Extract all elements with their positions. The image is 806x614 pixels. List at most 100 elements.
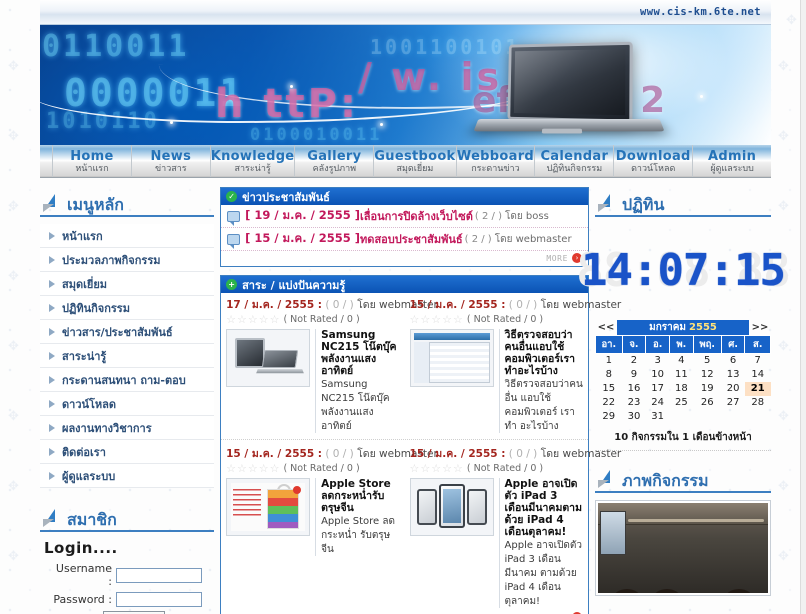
calendar-day[interactable]: 5 <box>693 354 721 368</box>
calendar-day[interactable]: 22 <box>596 396 623 410</box>
knowledge-date: 15 / ม.ค. / 2555 : <box>409 299 506 311</box>
star-icon: ☆ <box>431 462 442 475</box>
knowledge-rating[interactable]: ☆ ☆ ☆ ☆ ☆ ( Not Rated / 0 ) <box>410 314 583 325</box>
window-list-thumb[interactable] <box>409 329 494 387</box>
sidebar-item-knowledge[interactable]: สาระน่ารู้ <box>40 344 215 368</box>
sidebar-item-webboard[interactable]: กระดานสนทนา ถาม-ตอบ <box>40 368 215 392</box>
knowledge-body: Apple อาจเปิดตัว iPad 3 เดือนมีนาคมตามด้… <box>409 478 583 608</box>
calendar-day[interactable]: 13 <box>721 368 745 382</box>
sidebar-item-contact[interactable]: ติดต่อเรา <box>40 440 215 464</box>
sidebar-item-admin[interactable]: ผู้ดูแลระบบ <box>40 464 215 488</box>
news-date: [ 19 / ม.ค. / 2555 ] <box>245 208 361 222</box>
calendar-day[interactable]: 20 <box>721 382 745 396</box>
calendar-day[interactable]: 17 <box>646 382 670 396</box>
chevron-right-icon <box>49 471 55 480</box>
nav-item-home[interactable]: Home หน้าแรก <box>52 145 131 177</box>
calendar-day[interactable]: 31 <box>646 410 670 424</box>
nav-item-guestbook[interactable]: Guestbook สมุดเยี่ยม <box>373 145 455 177</box>
laptop-screen-icon <box>507 41 633 123</box>
calendar-day[interactable]: 2 <box>622 354 646 368</box>
chevron-right-icon <box>49 399 55 408</box>
sidebar-item-home[interactable]: หน้าแรก <box>40 224 215 248</box>
calendar-day[interactable]: 9 <box>622 368 646 382</box>
news-title: ทดสอบประชาสัมพันธ์ <box>360 233 463 246</box>
calendar-day[interactable]: 7 <box>745 354 771 368</box>
calendar-day[interactable]: 15 <box>596 382 623 396</box>
calendar-day[interactable]: 25 <box>670 396 694 410</box>
calendar-day[interactable]: 16 <box>622 382 646 396</box>
calendar-day[interactable]: 3 <box>646 354 670 368</box>
nav-item-calendar[interactable]: Calendar ปฏิทินกิจกรรม <box>534 145 613 177</box>
calendar-day[interactable]: 27 <box>721 396 745 410</box>
knowledge-title: Apple Store ลดกระหน่ำรับตรุษจีน <box>321 478 391 514</box>
knowledge-rating[interactable]: ☆ ☆ ☆ ☆ ☆ ( Not Rated / 0 ) <box>226 314 399 325</box>
page-scrollbar[interactable] <box>800 0 806 614</box>
knowledge-item[interactable]: 17 / ม.ค. / 2555 : ( 0 / ) โดย webmaster… <box>221 293 438 435</box>
nav-label-en: Knowledge <box>210 148 295 164</box>
calendar-day[interactable]: 18 <box>670 382 694 396</box>
laptop-monitor-thumb[interactable] <box>226 329 311 387</box>
member-block-title: สมาชิก <box>40 502 215 532</box>
calendar-day[interactable]: 24 <box>646 396 670 410</box>
ipad-trio-thumb[interactable] <box>409 478 494 536</box>
calendar-prev-button[interactable]: << <box>595 322 617 333</box>
chevron-right-icon <box>49 423 55 432</box>
more-label: MORE <box>546 253 568 263</box>
login-heading: Login.... <box>44 539 118 557</box>
calendar-day[interactable]: 29 <box>596 410 623 424</box>
calendar-day[interactable]: 11 <box>670 368 694 382</box>
nav-item-gallery[interactable]: Gallery คลังรูปภาพ <box>294 145 373 177</box>
username-input[interactable] <box>116 567 202 583</box>
calendar-day[interactable]: 6 <box>721 354 745 368</box>
news-row[interactable]: [ 19 / ม.ค. / 2555 ] เลื่อนการปิดล้างเว็… <box>221 205 588 228</box>
calendar-next-button[interactable]: >> <box>749 322 771 333</box>
nav-item-download[interactable]: Download ดาวน์โหลด <box>613 145 692 177</box>
password-input[interactable] <box>116 592 202 607</box>
calendar-day[interactable]: 8 <box>596 368 623 382</box>
calendar-day[interactable]: 19 <box>693 382 721 396</box>
calendar-day <box>670 410 694 424</box>
calendar-day-today[interactable]: 21 <box>744 381 771 396</box>
knowledge-item[interactable]: 15 / ม.ค. / 2555 : ( 0 / ) โดย webmaster… <box>405 293 621 435</box>
calendar-day[interactable]: 28 <box>745 396 771 410</box>
nav-label-th: คลังรูปภาพ <box>312 163 357 174</box>
member-login-block: สมาชิก Login.... Username : Password : เ… <box>40 502 215 614</box>
nav-item-news[interactable]: News ข่าวสาร <box>130 145 210 177</box>
knowledge-rating[interactable]: ☆ ☆ ☆ ☆ ☆ ( Not Rated / 0 ) <box>410 463 583 474</box>
nav-item-knowledge[interactable]: Knowledge สาระน่ารู้ <box>209 145 295 177</box>
calendar-day[interactable]: 14 <box>745 368 771 382</box>
calendar-day[interactable]: 12 <box>693 368 721 382</box>
sidebar-item-academic-works[interactable]: ผลงานทางวิชาการ <box>40 416 215 440</box>
sidebar-item-news[interactable]: ข่าวสาร/ประชาสัมพันธ์ <box>40 320 215 344</box>
nav-item-webboard[interactable]: Webboard กระดานข่าว <box>455 145 535 177</box>
chevron-right-icon <box>49 327 55 336</box>
calendar-day[interactable]: 30 <box>622 410 646 424</box>
news-row[interactable]: [ 15 / ม.ค. / 2555 ] ทดสอบประชาสัมพันธ์ … <box>221 228 588 251</box>
site-banner: 0110011 0000011 1010110 0100010011 10011… <box>40 25 771 145</box>
calendar-day[interactable]: 4 <box>670 354 694 368</box>
sidebar-item-guestbook[interactable]: สมุดเยี่ยม <box>40 272 215 296</box>
gallery-block-title: ภาพกิจกรรม <box>595 463 771 493</box>
sparkle-icon <box>700 95 703 98</box>
sidebar-item-photo-activities[interactable]: ประมวลภาพกิจกรรม <box>40 248 215 272</box>
knowledge-text: วิธีตรวจสอบว่าคนอื่นแอบใช้คอมพิวเตอร์เรา… <box>498 329 583 433</box>
ipad-right-icon <box>466 489 487 525</box>
knowledge-rating[interactable]: ☆ ☆ ☆ ☆ ☆ ( Not Rated / 0 ) <box>226 463 399 474</box>
calendar-day[interactable]: 23 <box>622 396 646 410</box>
nav-item-admin[interactable]: Admin ผู้ดูแลระบบ <box>692 145 771 177</box>
knowledge-item[interactable]: 15 / ม.ค. / 2555 : ( 0 / ) โดย webmaster… <box>221 442 438 610</box>
knowledge-item[interactable]: 15 / ม.ค. / 2555 : ( 0 / ) โดย webmaster… <box>405 442 621 610</box>
star-icon: ☆ <box>258 462 269 475</box>
calendar-month-label: มกราคม 2555 <box>617 320 749 335</box>
chevron-right-icon <box>49 351 55 360</box>
sidebar-item-download[interactable]: ดาวน์โหลด <box>40 392 215 416</box>
gallery-photo-frame[interactable] <box>595 500 771 596</box>
sidebar-item-calendar[interactable]: ปฏิทินกิจกรรม <box>40 296 215 320</box>
calendar-day[interactable]: 1 <box>596 354 623 368</box>
calendar-day[interactable]: 10 <box>646 368 670 382</box>
notebook-base-icon <box>256 368 304 374</box>
chevron-right-icon <box>49 255 55 264</box>
shopping-bag-thumb[interactable] <box>226 478 311 536</box>
calendar-day[interactable]: 26 <box>693 396 721 410</box>
digital-clock: 88:88:88 14:07:15 <box>576 224 791 316</box>
